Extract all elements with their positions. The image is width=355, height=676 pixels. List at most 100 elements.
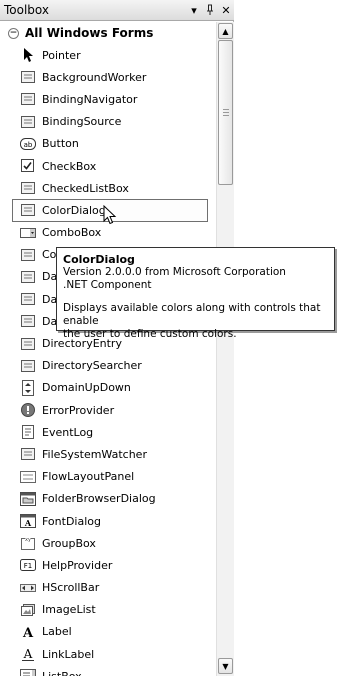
checkbox-icon xyxy=(20,158,36,174)
button-icon: ab xyxy=(20,136,36,152)
toolbox-item-fontdialog[interactable]: A FontDialog xyxy=(0,510,216,532)
toolbox-item-label: DirectorySearcher xyxy=(42,359,142,373)
tooltip-description-line2: the user to define custom colors. xyxy=(63,328,237,340)
toolbox-item-helpprovider[interactable]: F1 HelpProvider xyxy=(0,554,216,576)
bindingnavigator-icon xyxy=(20,91,36,107)
toolbox-item-label: ComboBox xyxy=(42,226,102,240)
auto-hide-pin-icon[interactable] xyxy=(202,2,218,18)
bindingsource-icon xyxy=(20,114,36,130)
toolbox-item-filesystemwatcher[interactable]: FileSystemWatcher xyxy=(0,443,216,465)
toolbox-item-label: Button xyxy=(42,137,79,151)
eventlog-icon xyxy=(20,424,36,440)
linklabel-icon: A xyxy=(20,646,36,662)
toolbox-item-label: ErrorProvider xyxy=(42,403,115,417)
group-header-all-windows-forms[interactable]: − All Windows Forms xyxy=(0,22,216,44)
datagridview-icon xyxy=(20,269,36,285)
scroll-down-button[interactable]: ▼ xyxy=(218,658,233,674)
mouse-cursor-icon xyxy=(103,205,117,225)
svg-text:A: A xyxy=(24,518,32,528)
svg-text:A: A xyxy=(22,626,34,640)
tooltip-kind: .NET Component xyxy=(63,279,152,291)
toolbox-item-checkbox[interactable]: CheckBox xyxy=(0,155,216,177)
toolbox-titlebar: Toolbox ▾ ✕ xyxy=(0,0,234,21)
domainupdown-icon xyxy=(20,379,36,396)
imagelist-icon xyxy=(20,602,36,618)
toolbox-item-label: BackgroundWorker xyxy=(42,70,147,84)
toolbox-item-label: CheckedListBox xyxy=(42,181,129,195)
errorprovider-icon xyxy=(20,402,36,418)
backgroundworker-icon xyxy=(20,69,36,85)
svg-text:ab: ab xyxy=(24,141,33,149)
label-icon: A xyxy=(20,624,36,640)
toolbox-item-label: Pointer xyxy=(42,48,81,62)
vertical-scrollbar[interactable]: ▲ ▼ xyxy=(216,22,234,676)
datetimepicker-icon xyxy=(20,313,36,329)
toolbox-list: − All Windows Forms Pointer BackgroundWor… xyxy=(0,22,216,676)
toolbox-item-checkedlistbox[interactable]: CheckedListBox xyxy=(0,177,216,199)
toolbox-item-pointer[interactable]: Pointer xyxy=(0,44,216,66)
scroll-up-button[interactable]: ▲ xyxy=(218,23,233,39)
contextmenustrip-icon xyxy=(20,247,36,263)
toolbox-item-groupbox[interactable]: xy GroupBox xyxy=(0,532,216,554)
toolbox-item-backgroundworker[interactable]: BackgroundWorker xyxy=(0,66,216,88)
toolbox-item-directorysearcher[interactable]: DirectorySearcher xyxy=(0,355,216,377)
toolbox-item-label: FileSystemWatcher xyxy=(42,447,147,461)
toolbox-item-label: BindingNavigator xyxy=(42,92,138,106)
toolbox-item-label: Label xyxy=(42,625,72,639)
toolbox-item-label: GroupBox xyxy=(42,536,96,550)
toolbox-item-imagelist[interactable]: ImageList xyxy=(0,599,216,621)
toolbox-item-label: EventLog xyxy=(42,425,94,439)
chevron-down-icon: ▼ xyxy=(222,661,229,671)
svg-text:xy: xy xyxy=(25,537,31,543)
toolbox-item-label: LinkLabel xyxy=(42,647,95,661)
close-icon[interactable]: ✕ xyxy=(218,2,234,18)
svg-text:F1: F1 xyxy=(24,562,32,570)
toolbox-item-flowlayoutpanel[interactable]: FlowLayoutPanel xyxy=(0,466,216,488)
toolbox-item-label: ListBox xyxy=(42,670,82,676)
colordialog-icon xyxy=(20,202,36,218)
tooltip-description-line1: Displays available colors along with con… xyxy=(63,302,321,327)
toolbox-item-hscrollbar[interactable]: HScrollBar xyxy=(0,577,216,599)
folderbrowserdialog-icon xyxy=(20,491,36,507)
group-label: All Windows Forms xyxy=(25,26,154,40)
tooltip-version: Version 2.0.0.0 from Microsoft Corporati… xyxy=(63,266,286,278)
toolbox-item-domainupdown[interactable]: DomainUpDown xyxy=(0,377,216,399)
toolbox-item-label: FlowLayoutPanel xyxy=(42,470,135,484)
toolbox-item-label: ImageList xyxy=(42,603,96,617)
window-position-dropdown-icon[interactable]: ▾ xyxy=(186,2,202,18)
collapse-icon[interactable]: − xyxy=(8,27,19,39)
pointer-icon xyxy=(20,47,36,63)
helpprovider-icon: F1 xyxy=(20,557,36,573)
toolbox-item-listbox[interactable]: ListBox xyxy=(0,665,216,676)
dataset-icon xyxy=(20,291,36,307)
hscrollbar-icon xyxy=(20,580,36,596)
toolbox-item-bindingnavigator[interactable]: BindingNavigator xyxy=(0,88,216,110)
toolbox-item-eventlog[interactable]: EventLog xyxy=(0,421,216,443)
toolbox-title: Toolbox xyxy=(4,3,49,17)
toolbox-item-errorprovider[interactable]: ErrorProvider xyxy=(0,399,216,421)
toolbox-item-label[interactable]: A Label xyxy=(0,621,216,643)
toolbox-item-label: HelpProvider xyxy=(42,558,113,572)
checkedlistbox-icon xyxy=(20,180,36,196)
toolbox-item-label: DomainUpDown xyxy=(42,381,131,395)
svg-text:A: A xyxy=(23,647,33,661)
directoryentry-icon xyxy=(20,336,36,352)
toolbox-item-label: BindingSource xyxy=(42,115,122,129)
toolbox-item-label: ColorDialog xyxy=(42,203,106,217)
filesystemwatcher-icon xyxy=(20,446,36,462)
component-tooltip: ColorDialog Version 2.0.0.0 from Microso… xyxy=(56,247,335,340)
toolbox-item-button[interactable]: ab Button xyxy=(0,133,216,155)
toolbox-item-label: FontDialog xyxy=(42,514,101,528)
listbox-icon xyxy=(20,668,36,676)
tooltip-title: ColorDialog xyxy=(63,253,135,266)
chevron-up-icon: ▲ xyxy=(222,26,229,36)
groupbox-icon: xy xyxy=(20,535,36,551)
toolbox-item-linklabel[interactable]: A LinkLabel xyxy=(0,643,216,665)
scroll-thumb[interactable] xyxy=(218,40,233,185)
toolbox-item-label: FolderBrowserDialog xyxy=(42,492,156,506)
toolbox-item-folderbrowserdialog[interactable]: FolderBrowserDialog xyxy=(0,488,216,510)
toolbox-item-label: HScrollBar xyxy=(42,581,100,595)
directorysearcher-icon xyxy=(20,358,36,374)
toolbox-item-bindingsource[interactable]: BindingSource xyxy=(0,111,216,133)
toolbox-item-label: CheckBox xyxy=(42,159,97,173)
